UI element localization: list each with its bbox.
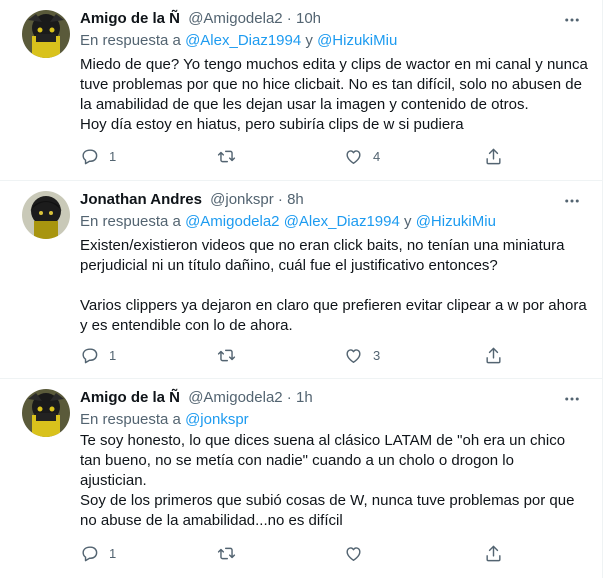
handle[interactable]: @Amigodela2 bbox=[188, 10, 282, 27]
tweet-line: la amabilidad de que les dejan usar la i… bbox=[80, 96, 529, 113]
like-button[interactable] bbox=[344, 543, 373, 563]
more-button[interactable] bbox=[560, 8, 584, 32]
share-button[interactable] bbox=[484, 345, 503, 365]
dot-separator: · bbox=[282, 10, 296, 27]
mention-joiner: y bbox=[399, 213, 416, 230]
mention-link[interactable]: @Alex_Diaz1994 bbox=[284, 213, 400, 230]
mention-link[interactable]: @Amigodela2 bbox=[185, 213, 279, 230]
like-button[interactable]: 3 bbox=[344, 345, 380, 365]
mention-link[interactable]: @HizukiMiu bbox=[317, 32, 397, 49]
tweet-line: Existen/existieron videos que no eran cl… bbox=[80, 237, 565, 254]
display-name[interactable]: Amigo de la Ñ bbox=[80, 389, 180, 406]
tweet-line: Varios clippers ya dejaron en claro que … bbox=[80, 297, 587, 314]
mention-link[interactable]: @HizukiMiu bbox=[416, 213, 496, 230]
reply-icon bbox=[82, 148, 98, 164]
tweet-line: y es entendible con lo de ahora. bbox=[80, 317, 293, 334]
handle[interactable]: @jonkspr bbox=[210, 191, 274, 208]
tweet-line: Miedo de que? Yo tengo muchos edita y cl… bbox=[80, 56, 588, 73]
reply-button[interactable]: 1 bbox=[80, 345, 116, 365]
reply-count: 1 bbox=[109, 545, 117, 561]
tweet-line: tuve problemas por que no hice clicbait.… bbox=[80, 76, 582, 93]
tweet-line: ajustician. bbox=[80, 472, 147, 489]
reply-context: En respuesta a @jonkspr bbox=[80, 410, 249, 430]
reply-prefix: En respuesta a bbox=[80, 32, 186, 49]
share-icon bbox=[486, 545, 501, 561]
avatar[interactable] bbox=[22, 10, 70, 58]
avatar-image bbox=[22, 191, 70, 239]
reply-icon bbox=[82, 545, 98, 561]
share-button[interactable] bbox=[484, 146, 503, 166]
more-icon bbox=[565, 397, 579, 401]
retweet-button[interactable] bbox=[217, 146, 246, 166]
reply-count: 1 bbox=[109, 347, 117, 363]
dot-separator: · bbox=[282, 389, 296, 406]
tweet-text: Miedo de que? Yo tengo muchos edita y cl… bbox=[80, 55, 590, 135]
avatar-image bbox=[22, 389, 70, 437]
retweet-icon bbox=[217, 349, 236, 361]
reply-button[interactable]: 1 bbox=[80, 543, 116, 563]
tweet-header: Amigo de la Ñ @Amigodela2 · 1h bbox=[80, 388, 313, 408]
timestamp[interactable]: 10h bbox=[296, 10, 321, 27]
more-button[interactable] bbox=[560, 189, 584, 213]
action-bar: 1 bbox=[80, 543, 510, 563]
tweet[interactable]: Amigo de la Ñ @Amigodela2 · 1h En respue… bbox=[0, 379, 602, 578]
share-icon bbox=[486, 148, 501, 164]
tweet[interactable]: Jonathan Andres @jonkspr · 8h En respues… bbox=[0, 181, 602, 379]
tweet-header: Jonathan Andres @jonkspr · 8h bbox=[80, 190, 304, 210]
avatar[interactable] bbox=[22, 389, 70, 437]
mention-joiner: y bbox=[301, 32, 318, 49]
tweet-line: Te soy honesto, lo que dices suena al cl… bbox=[80, 432, 566, 449]
tweet[interactable]: Amigo de la Ñ @Amigodela2 · 10h En respu… bbox=[0, 0, 602, 181]
like-icon bbox=[346, 149, 361, 164]
reply-context: En respuesta a @Alex_Diaz1994 y @HizukiM… bbox=[80, 31, 397, 51]
retweet-icon bbox=[217, 150, 236, 162]
mention-link[interactable]: @Alex_Diaz1994 bbox=[185, 32, 301, 49]
display-name[interactable]: Jonathan Andres bbox=[80, 191, 202, 208]
avatar[interactable] bbox=[22, 191, 70, 239]
reply-prefix: En respuesta a bbox=[80, 213, 186, 230]
like-icon bbox=[346, 348, 361, 363]
reply-prefix: En respuesta a bbox=[80, 411, 186, 428]
reply-count: 1 bbox=[109, 148, 117, 164]
tweet-line: Hoy día estoy en hiatus, pero subiría cl… bbox=[80, 116, 464, 133]
share-button[interactable] bbox=[484, 543, 503, 563]
like-icon bbox=[346, 546, 361, 561]
timestamp[interactable]: 1h bbox=[296, 389, 313, 406]
tweet-text: Existen/existieron videos que no eran cl… bbox=[80, 236, 590, 336]
display-name[interactable]: Amigo de la Ñ bbox=[80, 10, 180, 27]
tweet-line: no abuse de la amabilidad...no es difíci… bbox=[80, 512, 343, 529]
timestamp[interactable]: 8h bbox=[287, 191, 304, 208]
like-count: 4 bbox=[373, 148, 381, 164]
avatar-image bbox=[22, 10, 70, 58]
share-icon bbox=[486, 347, 501, 363]
tweet-header: Amigo de la Ñ @Amigodela2 · 10h bbox=[80, 9, 321, 29]
reply-button[interactable]: 1 bbox=[80, 146, 116, 166]
like-count: 3 bbox=[373, 347, 381, 363]
more-button[interactable] bbox=[560, 387, 584, 411]
handle[interactable]: @Amigodela2 bbox=[188, 389, 282, 406]
more-icon bbox=[565, 18, 579, 22]
tweet-text: Te soy honesto, lo que dices suena al cl… bbox=[80, 431, 590, 531]
retweet-button[interactable] bbox=[217, 345, 246, 365]
retweet-icon bbox=[217, 547, 236, 559]
like-button[interactable]: 4 bbox=[344, 146, 380, 166]
tweet-line: Soy de los primeros que subió cosas de W… bbox=[80, 492, 575, 509]
reply-icon bbox=[82, 347, 98, 363]
tweet-line: tan bueno, no se metía con nadie" cuando… bbox=[80, 452, 514, 469]
tweet-line bbox=[80, 276, 590, 296]
dot-separator: · bbox=[273, 191, 288, 208]
action-bar: 1 4 bbox=[80, 146, 510, 166]
reply-context: En respuesta a @Amigodela2 @Alex_Diaz199… bbox=[80, 212, 496, 232]
more-icon bbox=[565, 199, 579, 203]
tweet-line: perjudicial ni un título dañino, cuál fu… bbox=[80, 257, 498, 274]
retweet-button[interactable] bbox=[217, 543, 246, 563]
mention-link[interactable]: @jonkspr bbox=[185, 411, 249, 428]
action-bar: 1 3 bbox=[80, 345, 510, 365]
